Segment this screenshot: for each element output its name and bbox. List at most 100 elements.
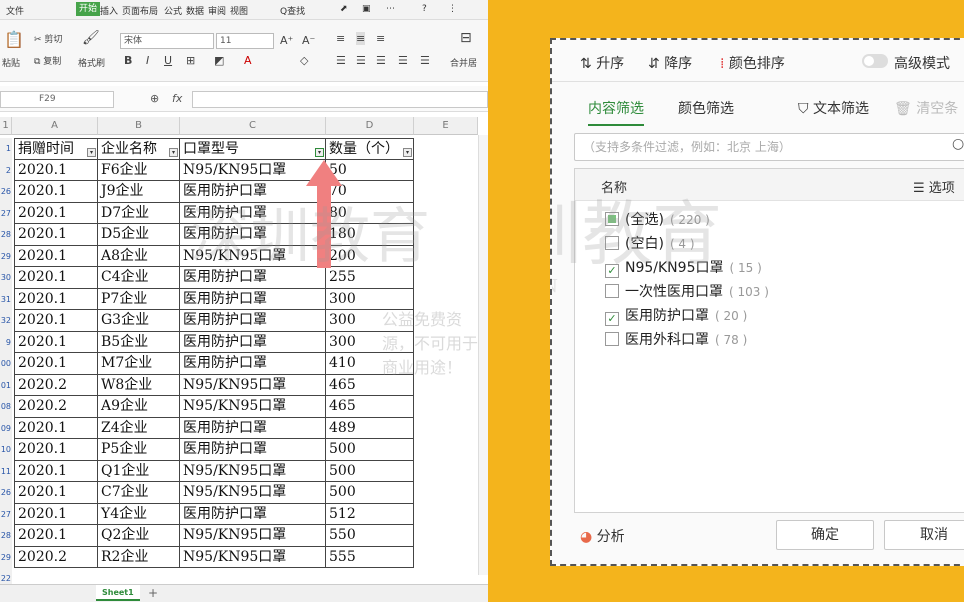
cell-qty[interactable]: 500 <box>326 482 414 504</box>
row-number[interactable]: 00 <box>0 353 12 375</box>
filter-dropdown-icon[interactable]: ▾ <box>87 147 96 157</box>
align-top-icon[interactable]: ≡ <box>336 32 345 45</box>
align-middle-icon[interactable]: ≡ <box>356 32 366 45</box>
cell-model[interactable]: N95/KN95口罩 <box>180 482 326 504</box>
checkbox-checked-icon[interactable]: ✓ <box>605 264 619 278</box>
cell-company[interactable]: B5企业 <box>98 331 180 353</box>
cell-company[interactable]: P7企业 <box>98 288 180 310</box>
cell-date[interactable]: 2020.2 <box>14 374 98 396</box>
row-number[interactable]: 26 <box>0 181 12 203</box>
cell-qty[interactable]: 489 <box>326 417 414 439</box>
cell-qty[interactable]: 300 <box>326 310 414 332</box>
sort-color-button[interactable]: ⁞ 颜色排序 <box>720 53 785 73</box>
cell-model[interactable]: 医用防护口罩 <box>180 331 326 353</box>
cell-date[interactable]: 2020.1 <box>14 267 98 289</box>
distribute-icon[interactable]: ☰ <box>420 54 430 67</box>
cell-company[interactable]: F6企业 <box>98 159 180 181</box>
cell-company[interactable]: R2企业 <box>98 546 180 568</box>
more-menu-icon[interactable]: ⋮ <box>448 4 457 14</box>
cell-company[interactable]: Q2企业 <box>98 525 180 547</box>
header-cell-model[interactable]: 口罩型号 ▾ <box>180 138 326 160</box>
filter-item[interactable]: (全选) ( 220 ) <box>605 209 710 231</box>
cell-date[interactable]: 2020.1 <box>14 417 98 439</box>
menu-view[interactable]: 视图 <box>230 4 248 17</box>
cell-date[interactable]: 2020.1 <box>14 331 98 353</box>
filter-item[interactable]: 一次性医用口罩 ( 103 ) <box>605 281 769 303</box>
help-icon[interactable]: ? <box>422 4 427 14</box>
search-icon[interactable]: ○ <box>952 136 964 152</box>
cell-date[interactable]: 2020.1 <box>14 353 98 375</box>
cell-model[interactable]: N95/KN95口罩 <box>180 396 326 418</box>
tab-content-filter[interactable]: 内容筛选 <box>588 98 644 126</box>
cell-date[interactable]: 2020.1 <box>14 310 98 332</box>
cell-qty[interactable]: 500 <box>326 460 414 482</box>
cell-company[interactable]: Y4企业 <box>98 503 180 525</box>
row-number[interactable]: 11 <box>0 460 12 482</box>
cell-model[interactable]: 医用防护口罩 <box>180 202 326 224</box>
formula-input[interactable] <box>192 91 488 108</box>
cell-company[interactable]: C4企业 <box>98 267 180 289</box>
cell-qty[interactable]: 300 <box>326 331 414 353</box>
cell-date[interactable]: 2020.1 <box>14 159 98 181</box>
cell-model[interactable]: 医用防护口罩 <box>180 224 326 246</box>
cell-date[interactable]: 2020.1 <box>14 525 98 547</box>
cell-qty[interactable]: 550 <box>326 525 414 547</box>
column-header-d[interactable]: D <box>326 117 414 135</box>
cell-model[interactable]: 医用防护口罩 <box>180 417 326 439</box>
menu-layout[interactable]: 页面布局 <box>122 4 158 17</box>
row-number[interactable]: 08 <box>0 396 12 418</box>
cell-company[interactable]: Z4企业 <box>98 417 180 439</box>
cell-model[interactable]: N95/KN95口罩 <box>180 460 326 482</box>
cell-company[interactable]: G3企业 <box>98 310 180 332</box>
cell-model[interactable]: 医用防护口罩 <box>180 353 326 375</box>
options-button[interactable]: ☰ 选项 <box>913 177 955 196</box>
menu-data[interactable]: 数据 <box>186 4 204 17</box>
cell-date[interactable]: 2020.1 <box>14 503 98 525</box>
checkbox-checked-icon[interactable]: ✓ <box>605 312 619 326</box>
row-number[interactable]: 09 <box>0 417 12 439</box>
menu-search[interactable]: Q查找 <box>280 4 305 17</box>
row-number[interactable]: 31 <box>0 288 12 310</box>
cell-company[interactable]: M7企业 <box>98 353 180 375</box>
paste-label[interactable]: 粘贴 <box>2 56 20 69</box>
sort-ascending-button[interactable]: ⇅ 升序 <box>580 53 624 73</box>
format-painter-icon[interactable]: 🖌 <box>82 30 100 46</box>
cell-date[interactable]: 2020.1 <box>14 202 98 224</box>
cell-company[interactable]: D7企业 <box>98 202 180 224</box>
row-number[interactable]: 2 <box>0 159 12 181</box>
font-color-icon[interactable]: A <box>244 54 252 67</box>
column-header-a[interactable]: A <box>12 117 98 135</box>
paste-icon[interactable]: 📋 <box>4 30 24 49</box>
font-size-select[interactable]: 11 <box>216 33 274 49</box>
more-icon[interactable]: ⋯ <box>386 4 395 14</box>
cell-company[interactable]: A9企业 <box>98 396 180 418</box>
row-number[interactable]: 30 <box>0 267 12 289</box>
cell-model[interactable]: 医用防护口罩 <box>180 310 326 332</box>
align-bottom-icon[interactable]: ≡ <box>376 32 385 45</box>
menu-file[interactable]: 文件 <box>6 4 24 17</box>
cell-company[interactable]: Q1企业 <box>98 460 180 482</box>
cell-model[interactable]: 医用防护口罩 <box>180 288 326 310</box>
row-number[interactable]: 01 <box>0 374 12 396</box>
share-icon[interactable]: ⬈ <box>340 4 348 14</box>
cell-model[interactable]: 医用防护口罩 <box>180 267 326 289</box>
cell-date[interactable]: 2020.2 <box>14 546 98 568</box>
row-number[interactable]: 27 <box>0 202 12 224</box>
cell-model[interactable]: N95/KN95口罩 <box>180 525 326 547</box>
cell-date[interactable]: 2020.1 <box>14 288 98 310</box>
ok-button[interactable]: 确定 <box>776 520 874 550</box>
cell-date[interactable]: 2020.1 <box>14 460 98 482</box>
shrink-font-button[interactable]: A⁻ <box>302 34 315 47</box>
cell-qty[interactable]: 465 <box>326 374 414 396</box>
menu-review[interactable]: 审阅 <box>208 4 226 17</box>
merge-label[interactable]: 合并居 <box>450 56 477 69</box>
corner-select-all[interactable]: 1 <box>0 117 12 135</box>
cell-date[interactable]: 2020.1 <box>14 224 98 246</box>
cell-date[interactable]: 2020.1 <box>14 482 98 504</box>
grow-font-button[interactable]: A⁺ <box>280 34 293 47</box>
text-filter-button[interactable]: ⛉ 文本筛选 <box>798 98 869 118</box>
font-name-select[interactable]: 宋体 <box>120 33 214 49</box>
cell-qty[interactable]: 500 <box>326 439 414 461</box>
cell-company[interactable]: C7企业 <box>98 482 180 504</box>
filter-dropdown-icon[interactable]: ▾ <box>169 147 178 157</box>
